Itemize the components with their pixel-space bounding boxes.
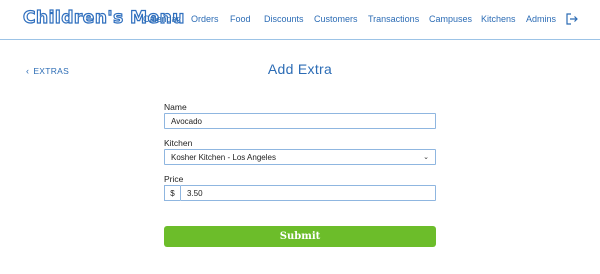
submit-button[interactable]: Submit [164,226,436,247]
name-input-value: Avocado [171,116,202,126]
price-label: Price [164,174,184,184]
price-input[interactable]: 3.50 [180,185,436,201]
nav-item-campuses[interactable]: Campuses [429,14,472,24]
name-input[interactable]: Avocado [164,113,436,129]
nav-item-kitchens[interactable]: Kitchens [481,14,516,24]
nav-item-food[interactable]: Food [230,14,251,24]
nav-item-calendar[interactable]: Calendar [143,14,180,24]
page-title: Add Extra [267,61,333,77]
nav-item-admins[interactable]: Admins [526,14,556,24]
logout-icon[interactable] [565,12,579,26]
kitchen-select-value: Kosher Kitchen - Los Angeles [171,152,276,162]
nav-item-discounts[interactable]: Discounts [264,14,304,24]
nav-item-transactions[interactable]: Transactions [368,14,419,24]
nav-item-customers[interactable]: Customers [314,14,358,24]
nav-item-orders[interactable]: Orders [191,14,219,24]
name-label: Name [164,102,187,112]
kitchen-label: Kitchen [164,138,193,148]
top-navbar: Children's Menu Calendar Orders Food Dis… [0,0,600,40]
kitchen-select[interactable]: Kosher Kitchen - Los Angeles ⌄ [164,149,436,165]
chevron-down-icon: ⌄ [423,154,429,161]
currency-prefix: $ [164,185,180,201]
price-input-value: 3.50 [187,188,203,198]
add-extra-form: Name Avocado Kitchen Kosher Kitchen - Lo… [164,102,436,201]
nav-links: Calendar Orders Food Discounts Customers… [0,0,600,40]
price-field: $ 3.50 [164,185,436,201]
